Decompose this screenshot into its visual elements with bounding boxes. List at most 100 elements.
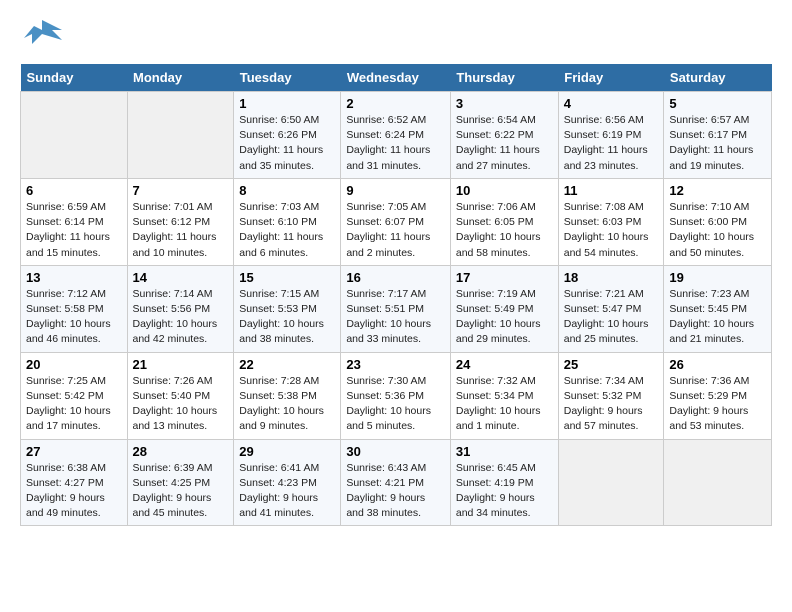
calendar-cell: 7 Sunrise: 7:01 AM Sunset: 6:12 PM Daylig…: [127, 178, 234, 265]
day-header-wednesday: Wednesday: [341, 64, 451, 92]
day-number: 27: [26, 444, 122, 459]
day-detail: Sunrise: 6:57 AM Sunset: 6:17 PM Dayligh…: [669, 113, 766, 174]
calendar-cell: 20 Sunrise: 7:25 AM Sunset: 5:42 PM Dayli…: [21, 352, 128, 439]
calendar-cell: 2 Sunrise: 6:52 AM Sunset: 6:24 PM Daylig…: [341, 92, 451, 179]
day-number: 7: [133, 183, 229, 198]
logo-bird-icon: [24, 16, 62, 54]
day-number: 31: [456, 444, 553, 459]
day-number: 23: [346, 357, 445, 372]
calendar-cell: 8 Sunrise: 7:03 AM Sunset: 6:10 PM Daylig…: [234, 178, 341, 265]
calendar-cell: 24 Sunrise: 7:32 AM Sunset: 5:34 PM Dayli…: [450, 352, 558, 439]
day-number: 21: [133, 357, 229, 372]
day-header-tuesday: Tuesday: [234, 64, 341, 92]
header: [20, 16, 772, 54]
calendar-cell: 12 Sunrise: 7:10 AM Sunset: 6:00 PM Dayli…: [664, 178, 772, 265]
header-row: SundayMondayTuesdayWednesdayThursdayFrid…: [21, 64, 772, 92]
calendar-cell: 14 Sunrise: 7:14 AM Sunset: 5:56 PM Dayli…: [127, 265, 234, 352]
day-number: 15: [239, 270, 335, 285]
page: SundayMondayTuesdayWednesdayThursdayFrid…: [0, 0, 792, 536]
day-number: 5: [669, 96, 766, 111]
calendar-cell: [127, 92, 234, 179]
day-detail: Sunrise: 7:19 AM Sunset: 5:49 PM Dayligh…: [456, 287, 553, 348]
day-number: 19: [669, 270, 766, 285]
day-detail: Sunrise: 7:32 AM Sunset: 5:34 PM Dayligh…: [456, 374, 553, 435]
day-detail: Sunrise: 7:25 AM Sunset: 5:42 PM Dayligh…: [26, 374, 122, 435]
day-detail: Sunrise: 6:43 AM Sunset: 4:21 PM Dayligh…: [346, 461, 445, 522]
calendar-cell: 29Sunrise: 6:41 AM Sunset: 4:23 PM Dayli…: [234, 439, 341, 526]
day-header-thursday: Thursday: [450, 64, 558, 92]
calendar-cell: 18 Sunrise: 7:21 AM Sunset: 5:47 PM Dayli…: [558, 265, 664, 352]
day-detail: Sunrise: 6:52 AM Sunset: 6:24 PM Dayligh…: [346, 113, 445, 174]
day-number: 29: [239, 444, 335, 459]
calendar-cell: 17Sunrise: 7:19 AM Sunset: 5:49 PM Dayli…: [450, 265, 558, 352]
day-header-friday: Friday: [558, 64, 664, 92]
day-number: 6: [26, 183, 122, 198]
day-number: 3: [456, 96, 553, 111]
day-detail: Sunrise: 7:06 AM Sunset: 6:05 PM Dayligh…: [456, 200, 553, 261]
day-detail: Sunrise: 7:30 AM Sunset: 5:36 PM Dayligh…: [346, 374, 445, 435]
calendar-cell: 11Sunrise: 7:08 AM Sunset: 6:03 PM Dayli…: [558, 178, 664, 265]
day-detail: Sunrise: 7:14 AM Sunset: 5:56 PM Dayligh…: [133, 287, 229, 348]
day-number: 1: [239, 96, 335, 111]
day-detail: Sunrise: 7:12 AM Sunset: 5:58 PM Dayligh…: [26, 287, 122, 348]
day-detail: Sunrise: 7:10 AM Sunset: 6:00 PM Dayligh…: [669, 200, 766, 261]
calendar-cell: 10 Sunrise: 7:06 AM Sunset: 6:05 PM Dayli…: [450, 178, 558, 265]
day-detail: Sunrise: 6:54 AM Sunset: 6:22 PM Dayligh…: [456, 113, 553, 174]
day-detail: Sunrise: 7:21 AM Sunset: 5:47 PM Dayligh…: [564, 287, 659, 348]
day-detail: Sunrise: 6:38 AM Sunset: 4:27 PM Dayligh…: [26, 461, 122, 522]
day-number: 18: [564, 270, 659, 285]
logo: [20, 16, 62, 54]
calendar-cell: 13 Sunrise: 7:12 AM Sunset: 5:58 PM Dayli…: [21, 265, 128, 352]
week-row-5: 27 Sunrise: 6:38 AM Sunset: 4:27 PM Dayli…: [21, 439, 772, 526]
calendar-cell: 31 Sunrise: 6:45 AM Sunset: 4:19 PM Dayli…: [450, 439, 558, 526]
day-detail: Sunrise: 6:45 AM Sunset: 4:19 PM Dayligh…: [456, 461, 553, 522]
day-detail: Sunrise: 6:59 AM Sunset: 6:14 PM Dayligh…: [26, 200, 122, 261]
day-detail: Sunrise: 7:28 AM Sunset: 5:38 PM Dayligh…: [239, 374, 335, 435]
calendar-cell: [664, 439, 772, 526]
calendar-cell: 28Sunrise: 6:39 AM Sunset: 4:25 PM Dayli…: [127, 439, 234, 526]
calendar-cell: [558, 439, 664, 526]
day-detail: Sunrise: 7:34 AM Sunset: 5:32 PM Dayligh…: [564, 374, 659, 435]
calendar-cell: 22Sunrise: 7:28 AM Sunset: 5:38 PM Dayli…: [234, 352, 341, 439]
day-detail: Sunrise: 7:15 AM Sunset: 5:53 PM Dayligh…: [239, 287, 335, 348]
day-detail: Sunrise: 7:03 AM Sunset: 6:10 PM Dayligh…: [239, 200, 335, 261]
day-detail: Sunrise: 7:36 AM Sunset: 5:29 PM Dayligh…: [669, 374, 766, 435]
day-number: 2: [346, 96, 445, 111]
day-number: 20: [26, 357, 122, 372]
week-row-2: 6 Sunrise: 6:59 AM Sunset: 6:14 PM Daylig…: [21, 178, 772, 265]
calendar-cell: [21, 92, 128, 179]
day-number: 8: [239, 183, 335, 198]
calendar-table: SundayMondayTuesdayWednesdayThursdayFrid…: [20, 64, 772, 526]
day-number: 14: [133, 270, 229, 285]
day-number: 4: [564, 96, 659, 111]
week-row-3: 13 Sunrise: 7:12 AM Sunset: 5:58 PM Dayli…: [21, 265, 772, 352]
calendar-cell: 23 Sunrise: 7:30 AM Sunset: 5:36 PM Dayli…: [341, 352, 451, 439]
calendar-cell: 15 Sunrise: 7:15 AM Sunset: 5:53 PM Dayli…: [234, 265, 341, 352]
day-number: 12: [669, 183, 766, 198]
day-number: 30: [346, 444, 445, 459]
calendar-cell: 25 Sunrise: 7:34 AM Sunset: 5:32 PM Dayli…: [558, 352, 664, 439]
calendar-cell: 9Sunrise: 7:05 AM Sunset: 6:07 PM Daylig…: [341, 178, 451, 265]
day-detail: Sunrise: 6:50 AM Sunset: 6:26 PM Dayligh…: [239, 113, 335, 174]
calendar-cell: 21Sunrise: 7:26 AM Sunset: 5:40 PM Dayli…: [127, 352, 234, 439]
calendar-cell: 6 Sunrise: 6:59 AM Sunset: 6:14 PM Daylig…: [21, 178, 128, 265]
day-detail: Sunrise: 7:23 AM Sunset: 5:45 PM Dayligh…: [669, 287, 766, 348]
day-header-monday: Monday: [127, 64, 234, 92]
day-detail: Sunrise: 7:01 AM Sunset: 6:12 PM Dayligh…: [133, 200, 229, 261]
day-header-sunday: Sunday: [21, 64, 128, 92]
day-number: 26: [669, 357, 766, 372]
calendar-cell: 3 Sunrise: 6:54 AM Sunset: 6:22 PM Daylig…: [450, 92, 558, 179]
day-header-saturday: Saturday: [664, 64, 772, 92]
calendar-cell: 4 Sunrise: 6:56 AM Sunset: 6:19 PM Daylig…: [558, 92, 664, 179]
day-number: 16: [346, 270, 445, 285]
calendar-cell: 27 Sunrise: 6:38 AM Sunset: 4:27 PM Dayli…: [21, 439, 128, 526]
day-number: 10: [456, 183, 553, 198]
day-detail: Sunrise: 6:56 AM Sunset: 6:19 PM Dayligh…: [564, 113, 659, 174]
day-number: 9: [346, 183, 445, 198]
day-number: 25: [564, 357, 659, 372]
calendar-cell: 26 Sunrise: 7:36 AM Sunset: 5:29 PM Dayli…: [664, 352, 772, 439]
day-number: 24: [456, 357, 553, 372]
calendar-cell: 16Sunrise: 7:17 AM Sunset: 5:51 PM Dayli…: [341, 265, 451, 352]
day-number: 28: [133, 444, 229, 459]
day-number: 13: [26, 270, 122, 285]
